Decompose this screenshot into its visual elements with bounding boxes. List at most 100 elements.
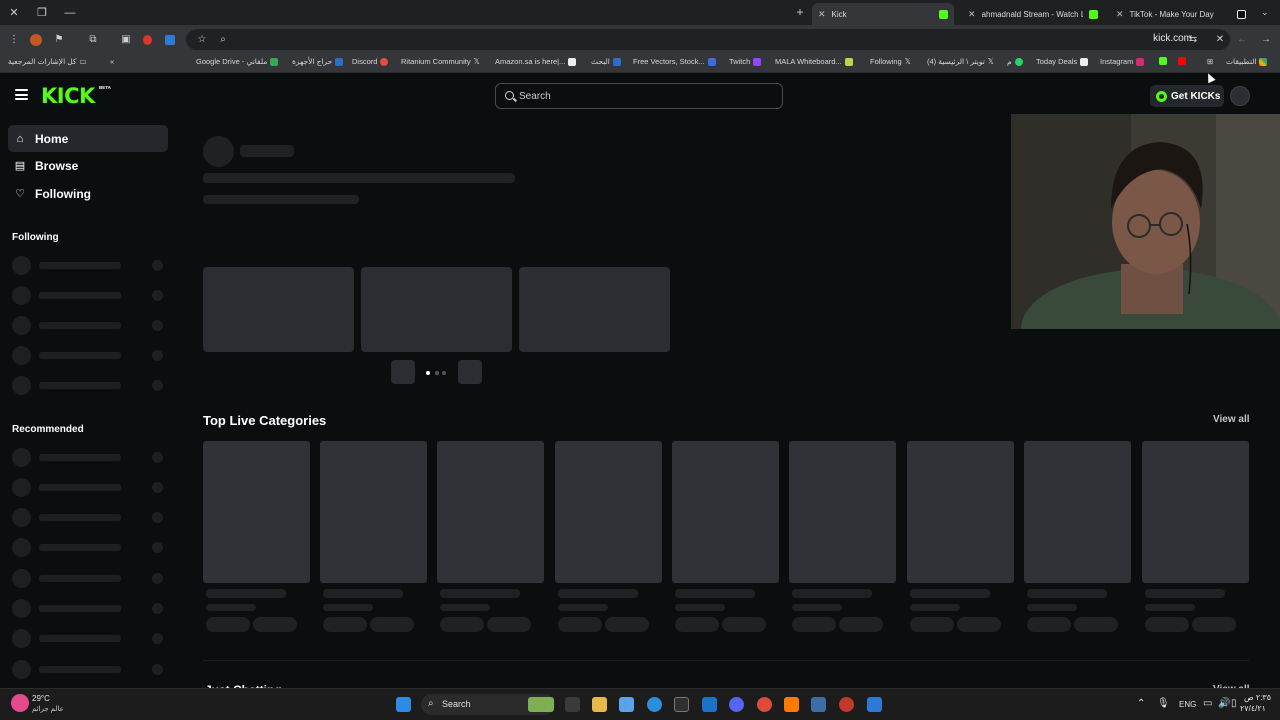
forward-icon[interactable]: ← xyxy=(1235,33,1249,47)
avatar[interactable] xyxy=(1230,86,1250,106)
bookmark-amazon[interactable]: Amazon.sa is here|... xyxy=(495,57,577,66)
kick-logo[interactable]: KICK xyxy=(41,84,95,108)
category-title-skeleton xyxy=(440,589,520,598)
microphone-icon[interactable]: 🎙 xyxy=(1157,698,1170,709)
new-tab-icon[interactable]: + xyxy=(793,5,807,19)
carousel-dot-active[interactable] xyxy=(426,371,430,375)
windows-start-icon[interactable] xyxy=(396,697,411,712)
bookmark-discord[interactable]: Discord xyxy=(352,57,389,66)
category-card-skeleton[interactable] xyxy=(789,441,896,583)
zoom-icon[interactable]: ⌕ xyxy=(216,33,230,47)
carousel-dot[interactable] xyxy=(435,371,439,375)
store-icon[interactable] xyxy=(674,697,689,712)
bookmark-haraj[interactable]: حراج الأجهزة xyxy=(292,57,344,66)
bookmark-star-icon[interactable]: ☆ xyxy=(195,33,209,47)
bookmark-freepik[interactable]: Free Vectors, Stock... xyxy=(633,57,716,66)
weather-icon[interactable] xyxy=(11,694,29,712)
x-icon: 𝕏 xyxy=(473,57,480,66)
close-icon[interactable]: ✕ xyxy=(1116,9,1124,20)
sidebar-item-label: Browse xyxy=(35,158,79,173)
chrome-alt-icon[interactable] xyxy=(839,697,854,712)
tab-ahmadnald-stream[interactable]: ✕ ahmadnald Stream - Watch Live xyxy=(962,3,1104,25)
bookmark-mala[interactable]: MALA Whiteboard... xyxy=(775,57,853,66)
address-bar[interactable] xyxy=(186,29,1230,50)
close-icon[interactable]: ✕ xyxy=(968,9,976,20)
category-card-skeleton[interactable] xyxy=(1024,441,1131,583)
language-indicator[interactable]: ENG xyxy=(1179,700,1196,709)
puzzle-icon[interactable]: ▣ xyxy=(119,33,133,47)
restore-window-icon[interactable]: ❐ xyxy=(28,0,56,25)
extensions-icon[interactable]: ⚑ xyxy=(52,33,66,47)
task-view-icon[interactable] xyxy=(565,697,580,712)
sidebar-item-following[interactable]: ♡ Following xyxy=(8,180,168,207)
edge-icon[interactable] xyxy=(647,697,662,712)
copilot-icon[interactable] xyxy=(619,697,634,712)
bookmark-whatsapp[interactable]: م xyxy=(1007,57,1023,66)
bookmark-twitch[interactable]: Twitch xyxy=(729,57,762,66)
chevron-up-icon[interactable]: ⌃ xyxy=(1137,698,1145,709)
record-icon[interactable] xyxy=(143,35,152,45)
category-card-skeleton[interactable] xyxy=(555,441,662,583)
category-card-skeleton[interactable] xyxy=(1142,441,1249,583)
share-icon[interactable]: ⧉ xyxy=(86,33,100,47)
outlook-icon[interactable] xyxy=(702,697,717,712)
hamburger-menu-icon[interactable] xyxy=(15,89,28,100)
clock-date[interactable]: ٢٧/٤/٢١ xyxy=(1240,704,1266,713)
bookmark-overflow-icon[interactable]: « xyxy=(110,57,114,66)
bookmark-twitter-home[interactable]: (4) تويتر \ الرئيسية 𝕏 xyxy=(927,57,994,66)
discord-icon[interactable] xyxy=(729,697,744,712)
carousel-next-button[interactable] xyxy=(458,360,482,384)
tab-manager-icon[interactable] xyxy=(165,35,175,45)
view-all-link[interactable]: View all xyxy=(1213,414,1250,425)
webcam-overlay xyxy=(1011,114,1280,329)
category-card-skeleton[interactable] xyxy=(672,441,779,583)
category-card-skeleton[interactable] xyxy=(437,441,544,583)
bookmark-label: حراج الأجهزة xyxy=(292,57,333,66)
bookmark-youtube[interactable] xyxy=(1178,57,1186,65)
bookmark-apps-grid-icon[interactable]: ⊞ xyxy=(1207,57,1213,66)
menu-icon[interactable]: ⋮ xyxy=(7,33,21,47)
network-icon[interactable]: ▭ xyxy=(1203,698,1212,709)
search-input[interactable]: Search xyxy=(495,83,783,109)
bookmark-instagram[interactable]: Instagram xyxy=(1100,57,1145,66)
app-icon[interactable] xyxy=(867,697,882,712)
bookmark-apps[interactable]: التطبيقات xyxy=(1226,57,1268,66)
back-icon[interactable]: → xyxy=(1259,33,1273,47)
chrome-icon[interactable] xyxy=(757,697,772,712)
category-card-skeleton[interactable] xyxy=(203,441,310,583)
bookmark-google-drive[interactable]: Google Drive - ملفاتي xyxy=(196,57,279,66)
category-card-skeleton[interactable] xyxy=(907,441,1014,583)
clock-time[interactable]: ٢:٣٥ ص xyxy=(1244,693,1271,702)
bookmark-all[interactable]: كل الإشارات المرجعية ▭ xyxy=(8,57,87,66)
stop-icon[interactable]: ✕ xyxy=(1213,33,1227,47)
tab-tiktok[interactable]: ✕ TikTok - Make Your Day xyxy=(1110,3,1252,25)
tab-kick[interactable]: ✕ Kick xyxy=(812,3,954,25)
weather-temp[interactable]: 29°C xyxy=(32,694,50,703)
site-settings-icon[interactable]: ⇆ xyxy=(1186,33,1200,47)
volume-icon[interactable]: 🔊 xyxy=(1218,698,1230,709)
sidebar-item-home[interactable]: ⌂ Home xyxy=(8,125,168,152)
close-icon[interactable]: ✕ xyxy=(818,9,826,20)
bookmark-today-deals[interactable]: Today Deals xyxy=(1036,57,1089,66)
bookmark-search[interactable]: البحث xyxy=(591,57,621,66)
app-icon[interactable] xyxy=(811,697,826,712)
section-divider xyxy=(203,660,1249,661)
carousel-prev-button[interactable] xyxy=(391,360,415,384)
get-kicks-button[interactable]: Get KICKs xyxy=(1150,85,1224,107)
sidebar-item-browse[interactable]: ▤ Browse xyxy=(8,152,168,179)
recommended-skeleton-row xyxy=(12,448,164,467)
bookmark-following[interactable]: Following 𝕏 xyxy=(870,57,911,66)
illustrator-icon[interactable] xyxy=(784,697,799,712)
carousel-dot[interactable] xyxy=(442,371,446,375)
weather-desc[interactable]: عالم جرائم xyxy=(32,705,64,713)
battery-icon[interactable]: ▯ xyxy=(1231,698,1237,709)
file-explorer-icon[interactable] xyxy=(592,697,607,712)
bookmark-ritanium[interactable]: Ritanium Community 𝕏 xyxy=(401,57,480,66)
category-card-skeleton[interactable] xyxy=(320,441,427,583)
sidebar-following-heading: Following xyxy=(12,232,59,243)
profile-icon[interactable] xyxy=(30,34,42,46)
close-window-icon[interactable]: ✕ xyxy=(0,0,28,25)
tab-search-icon[interactable]: ⌄ xyxy=(1261,7,1269,18)
minimize-window-icon[interactable]: — xyxy=(56,0,84,25)
bookmark-kick[interactable] xyxy=(1159,57,1167,65)
